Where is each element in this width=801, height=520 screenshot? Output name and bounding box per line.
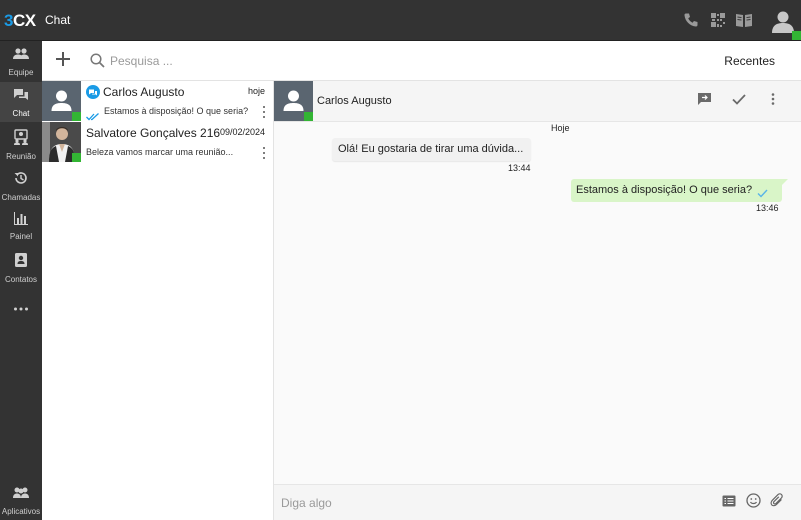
presence-status-dot	[304, 112, 313, 121]
book-icon[interactable]	[735, 11, 753, 29]
nav-item-chat[interactable]: Chat	[0, 82, 42, 122]
template-list-icon	[722, 494, 736, 512]
message-time: 13:46	[756, 203, 779, 213]
incoming-message: Olá! Eu gostaria de tirar uma dúvida...	[332, 138, 532, 161]
new-chat-button[interactable]	[52, 50, 74, 72]
message-input[interactable]	[281, 493, 701, 513]
paperclip-icon	[770, 493, 784, 513]
meeting-icon	[13, 129, 29, 150]
history-icon	[13, 170, 29, 191]
contact-name: Carlos Augusto	[103, 85, 185, 99]
chat-pane: Carlos Augusto Hoje Olá! Eu gostaria de …	[274, 81, 801, 520]
day-separator: Hoje	[551, 123, 570, 133]
message-preview: Estamos à disposição! O que seria?	[104, 106, 249, 116]
nav-label: Chamadas	[1, 193, 41, 202]
message-time: 13:44	[508, 163, 531, 173]
nav-label: Painel	[9, 232, 33, 241]
more-options-icon[interactable]	[261, 106, 267, 118]
plus-icon	[56, 51, 70, 71]
nav-item-contatos[interactable]: Contatos	[0, 246, 42, 286]
message-composer	[274, 484, 801, 520]
emoji-button[interactable]	[745, 493, 761, 513]
chat-contact-name: Carlos Augusto	[317, 95, 392, 107]
recent-filter-button[interactable]: Recentes	[724, 54, 775, 68]
chat-bubble-icon	[86, 85, 100, 104]
conversation-date: hoje	[247, 86, 265, 96]
chat-header: Carlos Augusto	[274, 81, 801, 122]
qr-code-icon[interactable]	[709, 11, 727, 29]
conversation-item[interactable]: Salvatore Gonçalves 216 09/02/2024 Belez…	[42, 122, 273, 163]
conversation-item[interactable]: Carlos Augusto hoje Estamos à disposição…	[42, 81, 273, 122]
search-input[interactable]	[110, 51, 410, 71]
nav-label: Chat	[12, 109, 30, 118]
emoji-icon	[745, 493, 761, 513]
attach-button[interactable]	[769, 493, 785, 513]
nav-label: Equipe	[8, 68, 34, 77]
nav-item-chamadas[interactable]: Chamadas	[0, 164, 42, 204]
close-chat-button[interactable]	[731, 93, 747, 109]
apps-icon	[13, 486, 29, 505]
transfer-chat-button[interactable]	[696, 92, 712, 111]
contacts-icon	[14, 252, 28, 273]
nav-item-reuniao[interactable]: Reunião	[0, 123, 42, 163]
chat-toolbar: Recentes	[42, 41, 801, 81]
outgoing-message: Estamos à disposição! O que seria?	[571, 179, 789, 202]
chat-icon	[13, 88, 29, 107]
bar-chart-icon	[13, 211, 29, 230]
chat-more-options-button[interactable]	[765, 93, 781, 109]
nav-label: Contatos	[4, 275, 38, 284]
nav-label: Aplicativos	[1, 507, 41, 516]
presence-status-dot	[792, 31, 801, 40]
presence-status-dot	[72, 112, 81, 121]
more-icon	[13, 299, 29, 317]
templates-button[interactable]	[721, 495, 737, 511]
nav-label: Reunião	[6, 152, 36, 161]
chat-transfer-icon	[697, 92, 712, 111]
nav-item-more[interactable]	[0, 293, 42, 333]
conversation-list: Carlos Augusto hoje Estamos à disposição…	[42, 81, 274, 520]
app-title: Chat	[45, 13, 71, 27]
contact-name: Salvatore Gonçalves 216	[86, 126, 221, 140]
top-bar: 3CX Chat	[0, 0, 801, 41]
message-text: Olá! Eu gostaria de tirar uma dúvida...	[338, 143, 524, 155]
app-logo[interactable]: 3CX	[4, 11, 36, 31]
conversation-date: 09/02/2024	[219, 127, 265, 137]
nav-item-painel[interactable]: Painel	[0, 205, 42, 245]
nav-item-equipe[interactable]: Equipe	[0, 41, 42, 81]
more-vertical-icon	[771, 92, 775, 110]
nav-item-aplicativos[interactable]: Aplicativos	[0, 480, 42, 520]
presence-status-dot	[72, 153, 81, 162]
search-icon	[90, 53, 105, 73]
more-options-icon[interactable]	[261, 147, 267, 159]
phone-icon[interactable]	[682, 11, 700, 29]
checkmark-icon	[732, 92, 746, 110]
message-text: Estamos à disposição! O que seria?	[576, 184, 753, 196]
message-preview: Beleza vamos marcar uma reunião...	[86, 147, 234, 157]
team-icon	[13, 47, 29, 66]
left-nav: Equipe Chat Reunião Chamadas Painel Cont…	[0, 41, 42, 520]
